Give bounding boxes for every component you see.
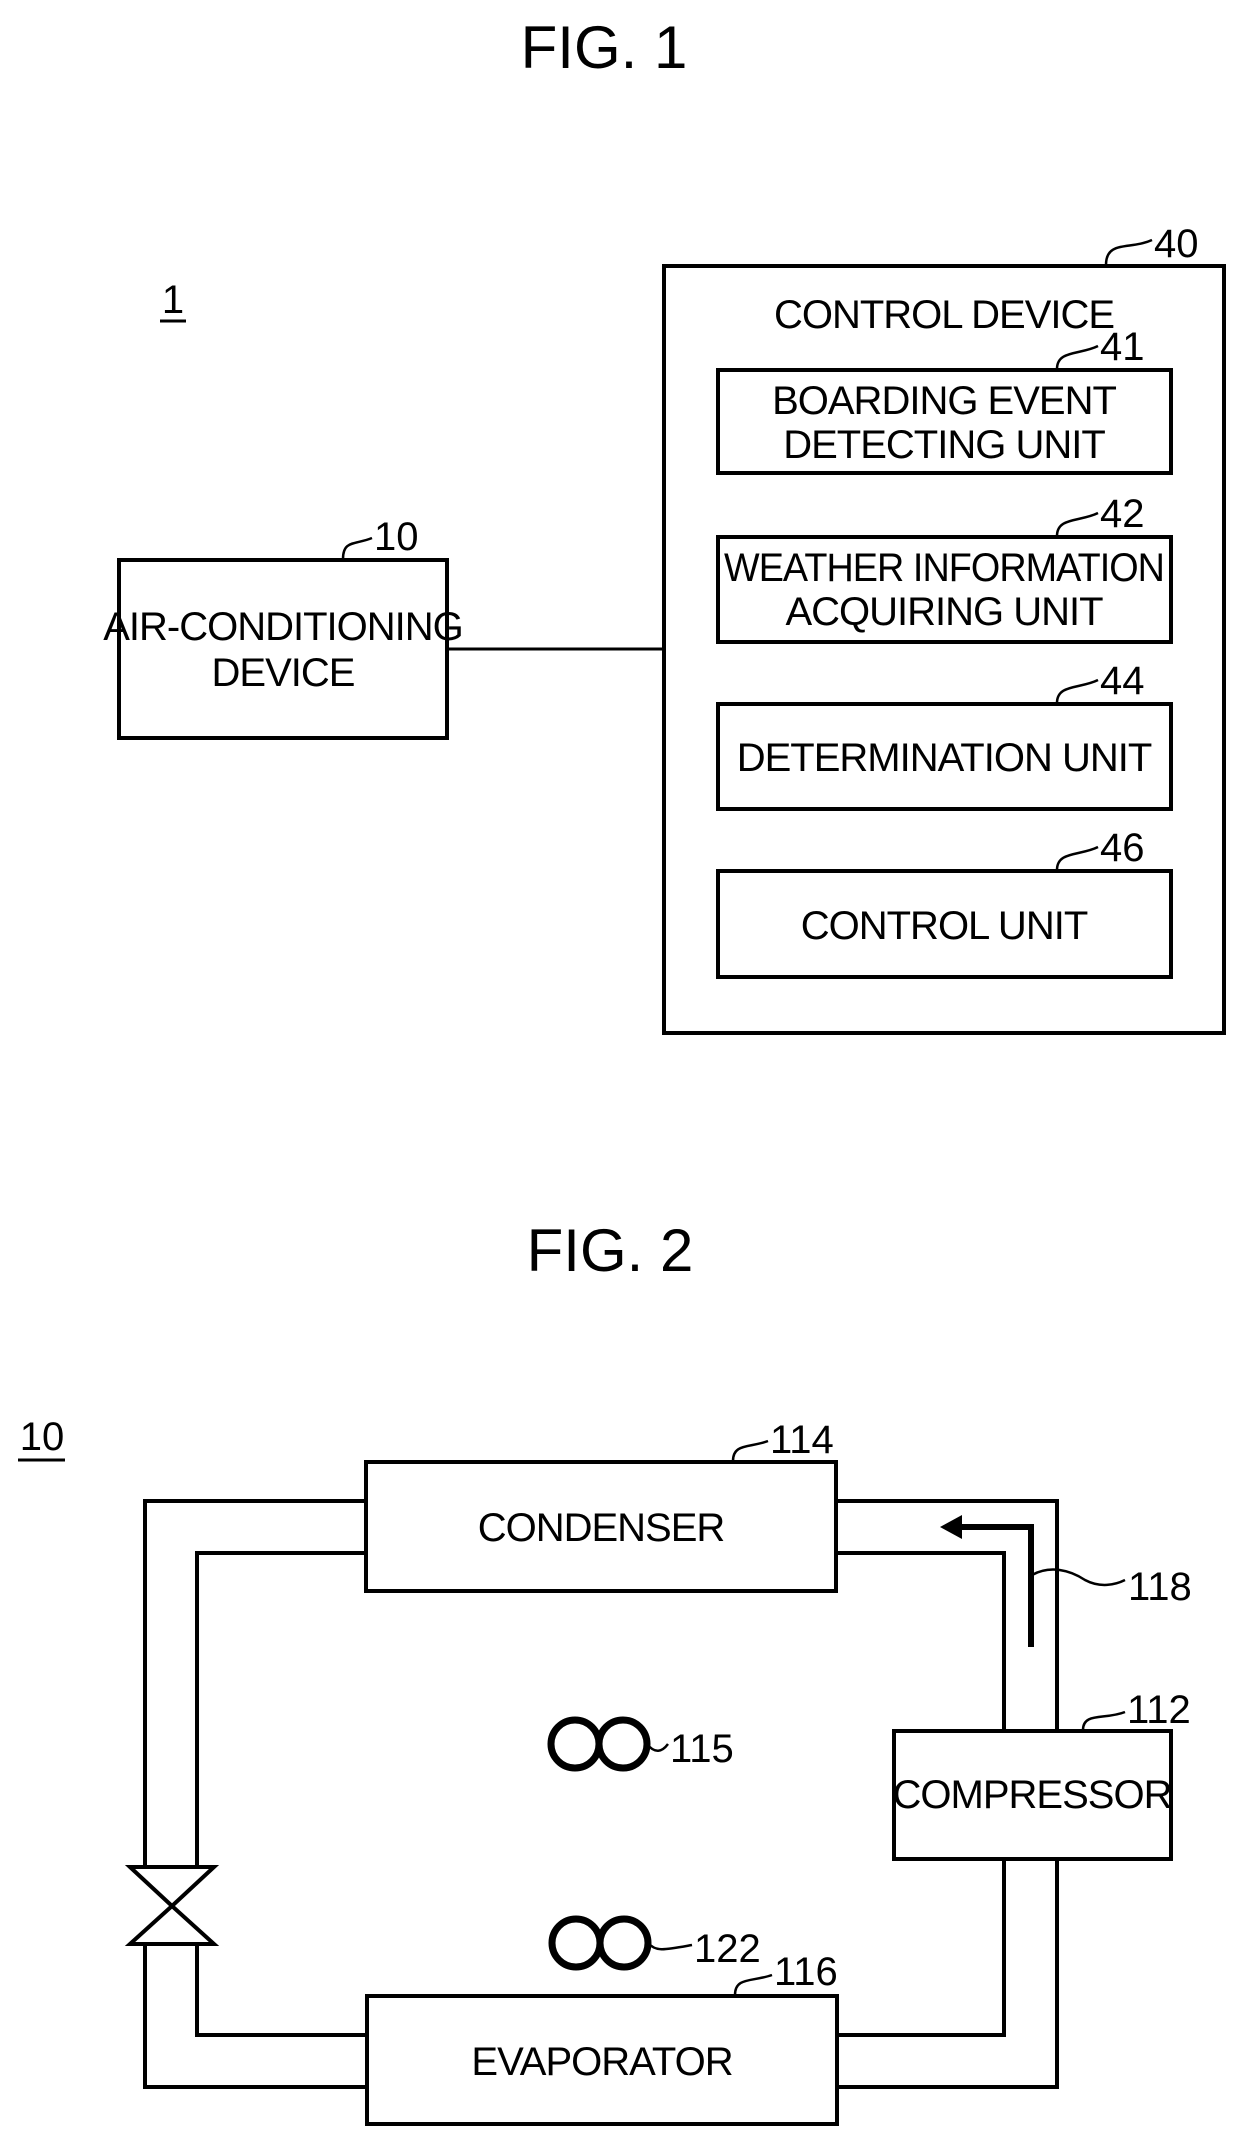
patent-drawing-sheet: FIG. 1 1 AIR-CONDITIONING DEVICE 10 CONT… xyxy=(18,14,1226,2126)
ref-122-leader xyxy=(647,1942,693,1951)
pipe-left-inner-upper xyxy=(195,1551,366,1867)
ref-40-label: 40 xyxy=(1154,222,1199,266)
evaporator-label: EVAPORATOR xyxy=(471,2040,732,2084)
system-ref-10-label: 10 xyxy=(20,1415,65,1459)
refrigerant-flow-arrow: 118 xyxy=(940,1515,1192,1647)
ref-10-label: 10 xyxy=(374,515,419,559)
compressor-block: COMPRESSOR 112 xyxy=(892,1688,1191,1861)
condenser-fan-icon: 115 xyxy=(547,1716,734,1772)
unit-46-label: CONTROL UNIT xyxy=(801,904,1088,948)
control-device-label: CONTROL DEVICE xyxy=(774,293,1114,337)
control-device-block: CONTROL DEVICE 40 BOARDING EVENT DETECTI… xyxy=(662,222,1226,1035)
ref-114-leader xyxy=(731,1439,769,1462)
ref-114-label: 114 xyxy=(770,1418,834,1462)
valve-lower-triangle xyxy=(124,1903,220,1946)
ref-122-label: 122 xyxy=(694,1927,761,1971)
fan-122-left-loop xyxy=(548,1915,604,1971)
pipe-right-outer-lower xyxy=(837,1859,1059,2089)
ref-115-label: 115 xyxy=(670,1727,734,1771)
ref-10-leader xyxy=(341,536,373,560)
air-conditioning-device-label-line1: AIR-CONDITIONING xyxy=(103,605,463,649)
unit-42-label-line1: WEATHER INFORMATION xyxy=(724,546,1164,590)
arrow-left-icon xyxy=(940,1515,962,1539)
ref-112-leader xyxy=(1081,1710,1126,1731)
figure-2-title: FIG. 2 xyxy=(527,1217,694,1284)
evaporator-block: EVAPORATOR 116 xyxy=(365,1950,839,2126)
air-conditioning-device-box xyxy=(117,558,449,740)
compressor-label: COMPRESSOR xyxy=(893,1773,1172,1817)
figure-1-title: FIG. 1 xyxy=(521,14,688,81)
air-conditioning-device-label-line2: DEVICE xyxy=(212,651,355,695)
evaporator-fan-icon: 122 xyxy=(548,1915,761,1971)
pipe-right-inner-upper xyxy=(836,1551,1006,1732)
condenser-label: CONDENSER xyxy=(478,1506,725,1550)
ref-116-label: 116 xyxy=(774,1950,838,1994)
pipe-left-outer-lower xyxy=(143,1944,367,2089)
system-ref-label: 1 xyxy=(162,278,184,322)
valve-upper-triangle xyxy=(124,1865,220,1909)
unit-42-label-line2: ACQUIRING UNIT xyxy=(785,590,1103,634)
unit-44-label: DETERMINATION UNIT xyxy=(737,736,1152,780)
ref-42-label: 42 xyxy=(1100,492,1145,536)
ref-118-label: 118 xyxy=(1128,1565,1192,1609)
ref-116-leader xyxy=(733,1973,773,1996)
pipe-right-outer-upper xyxy=(836,1499,1059,1732)
pipe-left-inner-lower xyxy=(195,1944,367,2037)
pipe-left-outer-upper xyxy=(143,1499,366,1867)
unit-41-label-line1: BOARDING EVENT xyxy=(772,379,1116,423)
ref-40-leader xyxy=(1104,238,1153,266)
pipe-right-inner-lower xyxy=(837,1859,1006,2037)
air-conditioning-device-block: AIR-CONDITIONING DEVICE 10 xyxy=(103,515,464,740)
figure-1: FIG. 1 1 AIR-CONDITIONING DEVICE 10 CONT… xyxy=(103,14,1226,1035)
ref-46-label: 46 xyxy=(1100,826,1145,870)
fan-115-left-loop xyxy=(547,1716,603,1772)
fan-115-right-loop xyxy=(595,1716,651,1772)
figure-2: FIG. 2 10 CONDENSER 114 115 118 COMPRESS… xyxy=(18,1217,1192,2126)
ref-41-label: 41 xyxy=(1100,325,1145,369)
ref-44-label: 44 xyxy=(1100,659,1145,703)
flow-arrow-shaft xyxy=(955,1524,1034,1647)
fan-122-right-loop xyxy=(596,1915,652,1971)
valve-icon xyxy=(124,1865,220,1946)
condenser-block: CONDENSER 114 xyxy=(364,1418,838,1593)
ref-112-label: 112 xyxy=(1127,1688,1191,1732)
unit-41-label-line2: DETECTING UNIT xyxy=(783,423,1105,467)
ref-118-leader xyxy=(1031,1568,1126,1587)
